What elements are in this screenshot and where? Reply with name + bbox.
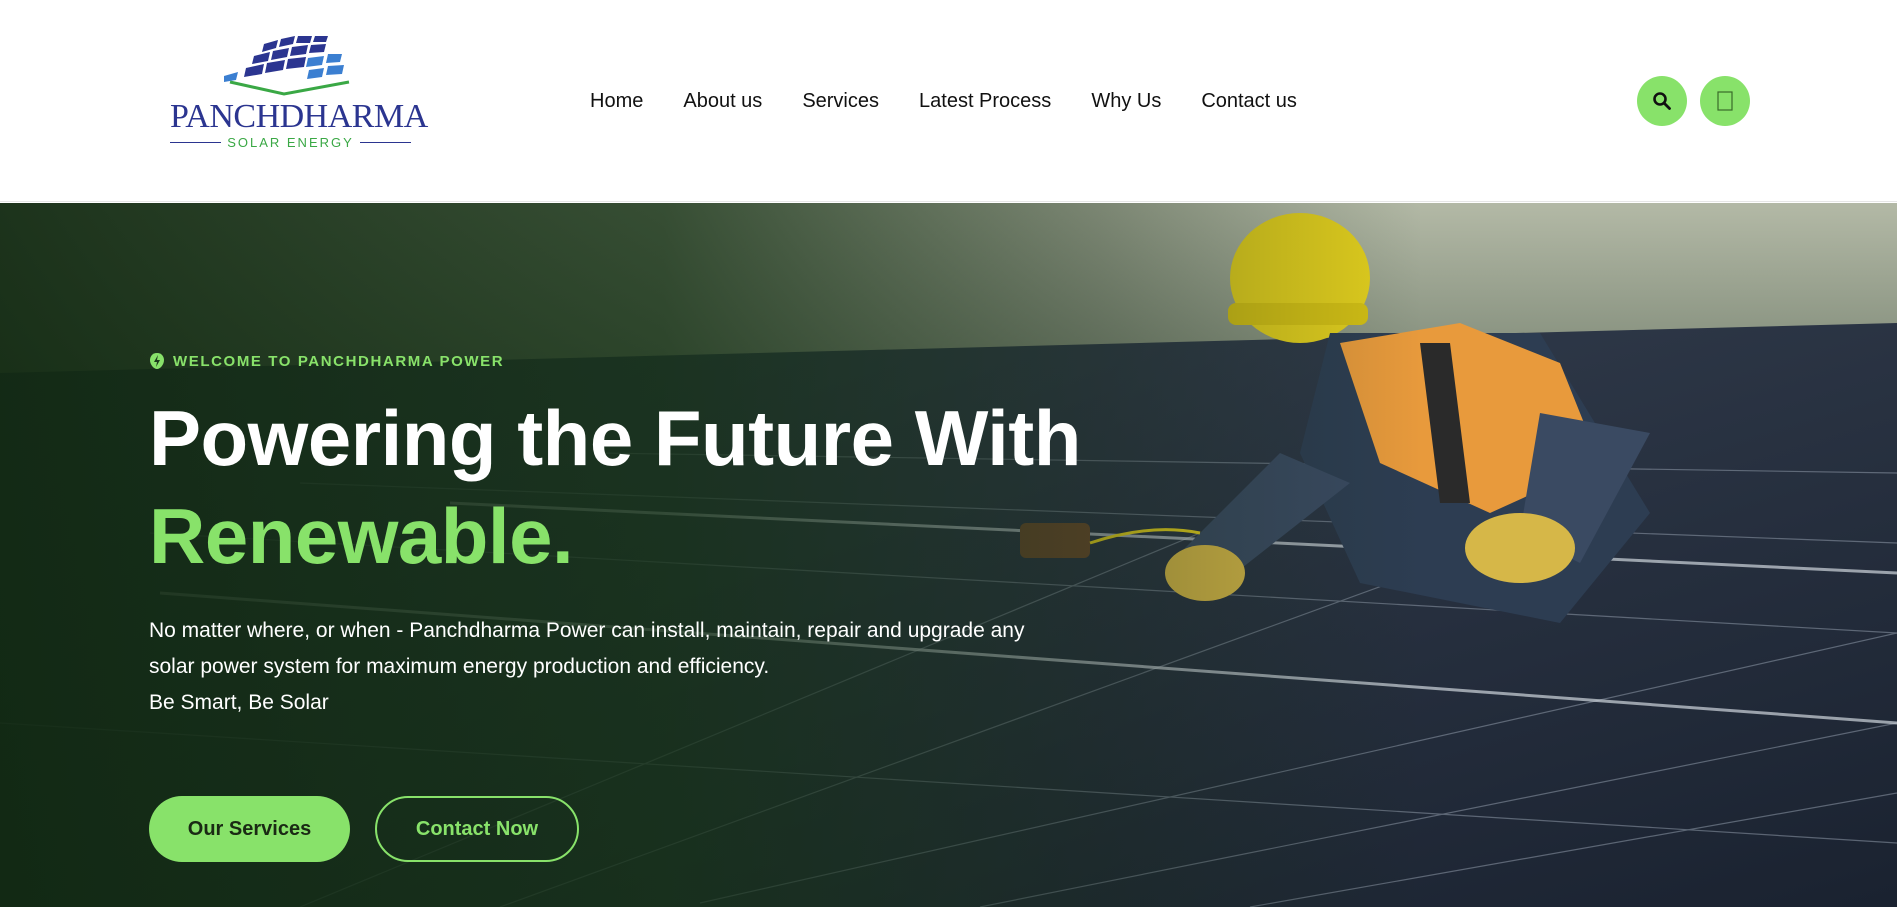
nav-item-home[interactable]: Home bbox=[590, 88, 643, 114]
site-header: PANCHDHARMA SOLAR ENERGY Home About us S… bbox=[0, 0, 1897, 202]
hero-kicker-text: WELCOME TO PANCHDHARMA POWER bbox=[173, 352, 505, 370]
brand-tagline-text: SOLAR ENERGY bbox=[227, 134, 354, 150]
brand-name: PANCHDHARMA bbox=[170, 98, 428, 135]
brand-logo[interactable]: PANCHDHARMA SOLAR ENERGY bbox=[168, 36, 428, 152]
search-button[interactable] bbox=[1637, 76, 1687, 126]
main-nav: Home About us Services Latest Process Wh… bbox=[590, 88, 1297, 114]
leaf-bolt-icon bbox=[150, 353, 164, 369]
nav-item-latest-process[interactable]: Latest Process bbox=[919, 88, 1051, 114]
hero-description-text: No matter where, or when - Panchdharma P… bbox=[149, 619, 1025, 678]
nav-item-why-us[interactable]: Why Us bbox=[1091, 88, 1161, 114]
menu-icon bbox=[1717, 91, 1733, 111]
search-icon bbox=[1653, 92, 1671, 110]
hero-motto: Be Smart, Be Solar bbox=[149, 691, 329, 714]
hero-section: WELCOME TO PANCHDHARMA POWER Powering th… bbox=[0, 203, 1897, 907]
nav-item-about-us[interactable]: About us bbox=[683, 88, 762, 114]
hero-kicker: WELCOME TO PANCHDHARMA POWER bbox=[149, 351, 504, 371]
hero-description: No matter where, or when - Panchdharma P… bbox=[149, 613, 1029, 721]
tagline-divider-right bbox=[359, 141, 411, 143]
brand-tagline: SOLAR ENERGY bbox=[170, 132, 411, 152]
nav-item-contact-us[interactable]: Contact us bbox=[1201, 88, 1297, 114]
tagline-divider-left bbox=[170, 141, 222, 143]
solar-panel-logo-icon bbox=[224, 36, 350, 96]
menu-button[interactable] bbox=[1700, 76, 1750, 126]
hero-title-accent: Renewable. bbox=[149, 492, 574, 580]
hero-title: Powering the Future With Renewable. bbox=[149, 389, 1149, 585]
contact-now-button[interactable]: Contact Now bbox=[375, 796, 579, 862]
our-services-button[interactable]: Our Services bbox=[149, 796, 350, 862]
nav-item-services[interactable]: Services bbox=[802, 88, 879, 114]
hero-title-line1: Powering the Future With bbox=[149, 394, 1081, 482]
